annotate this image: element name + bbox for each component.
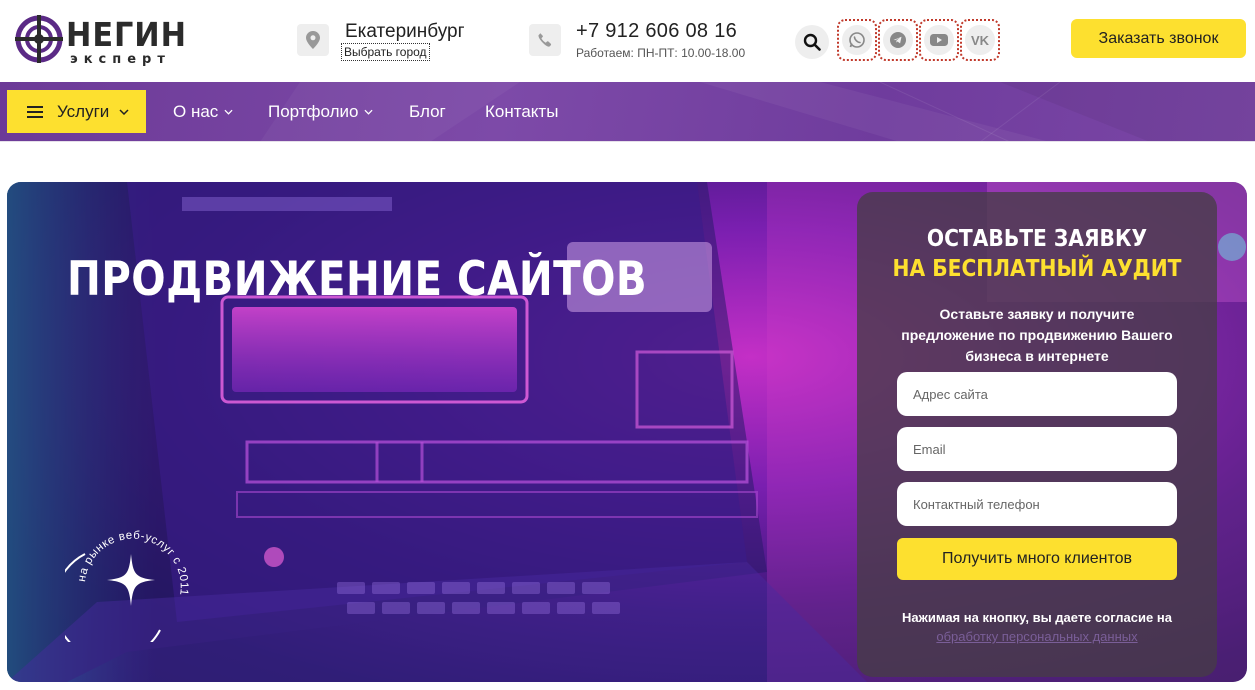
site-url-input[interactable] — [897, 372, 1177, 416]
map-pin-icon — [297, 24, 329, 56]
sparkle-icon — [107, 554, 155, 606]
form-title-highlight: НА БЕСПЛАТНЫЙ АУДИТ — [892, 256, 1182, 282]
services-label: Услуги — [57, 101, 110, 121]
form-title: ОСТАВЬТЕ ЗАЯВКУ — [926, 226, 1148, 252]
nav-item-label: Блог — [409, 102, 446, 121]
submit-button[interactable]: Получить много клиентов — [897, 538, 1177, 580]
consent-text: Нажимая на кнопку, вы даете согласие на — [902, 610, 1172, 625]
since-2011-badge: на рынке веб-услуг с 2011 — [65, 530, 189, 642]
telegram-icon — [890, 32, 906, 48]
chevron-down-icon — [224, 109, 233, 115]
form-description: Оставьте заявку и получите предложение п… — [901, 306, 1173, 364]
whatsapp-icon — [849, 32, 865, 48]
logo-word: НЕГИН — [66, 15, 187, 54]
nav-item-about[interactable]: О нас — [173, 102, 233, 122]
youtube-button[interactable] — [919, 19, 959, 61]
nav-item-label: Портфолио — [268, 102, 359, 121]
phone-number[interactable]: +7 912 606 08 16 — [576, 20, 737, 43]
nav-item-blog[interactable]: Блог — [409, 102, 446, 122]
current-city: Екатеринбург — [345, 21, 465, 42]
chevron-down-icon — [364, 109, 374, 115]
email-input[interactable] — [897, 427, 1177, 471]
order-call-button[interactable]: Заказать звонок — [1071, 19, 1246, 58]
logo-subtitle: эксперт — [70, 52, 171, 67]
search-icon — [803, 33, 821, 51]
phone-icon — [529, 24, 561, 56]
working-hours: Работаем: ПН-ПТ: 10.00-18.00 — [576, 46, 746, 60]
choose-city-link[interactable]: Выбрать город — [341, 43, 430, 61]
services-menu-button[interactable]: Услуги — [7, 90, 146, 133]
telegram-button[interactable] — [878, 19, 918, 61]
hamburger-icon — [27, 105, 43, 118]
nav-item-contacts[interactable]: Контакты — [485, 102, 558, 122]
phone-input[interactable] — [897, 482, 1177, 526]
nav-item-label: О нас — [173, 102, 219, 121]
hero-title: ПРОДВИЖЕНИЕ САЙТОВ — [67, 252, 648, 307]
vk-button[interactable]: VK — [960, 19, 1000, 61]
nav-item-portfolio[interactable]: Портфолио — [268, 102, 374, 122]
main-nav: Услуги О нас Портфолио Блог Контакты — [0, 82, 1255, 142]
youtube-icon — [930, 34, 948, 46]
svg-text:VK: VK — [971, 33, 990, 47]
search-button[interactable] — [795, 25, 829, 59]
logo[interactable]: НЕГИН эксперт — [14, 12, 189, 70]
privacy-policy-link[interactable]: обработку персональных данных — [877, 629, 1197, 644]
target-logo-icon — [15, 15, 63, 63]
audit-request-form: ОСТАВЬТЕ ЗАЯВКУ НА БЕСПЛАТНЫЙ АУДИТ Оста… — [857, 192, 1217, 677]
site-header: НЕГИН эксперт Екатеринбург Выбрать город… — [0, 0, 1255, 82]
whatsapp-button[interactable] — [837, 19, 877, 61]
vk-icon: VK — [971, 33, 990, 47]
nav-item-label: Контакты — [485, 102, 559, 121]
chevron-down-icon — [119, 108, 129, 115]
